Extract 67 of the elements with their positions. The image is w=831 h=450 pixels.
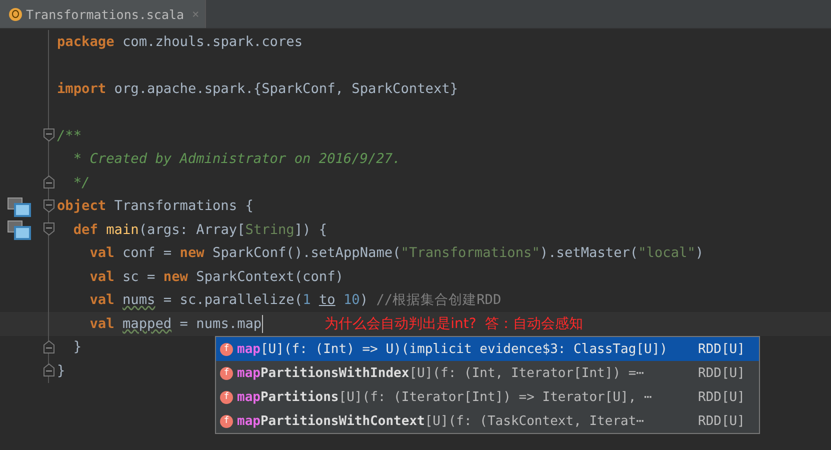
completion-signature: map[U](f: (Int) => U)(implicit evidence$3: ClassTag[U]) [237, 342, 668, 356]
code-text: Transformations { [113, 198, 254, 214]
fold-icon[interactable] [43, 363, 55, 377]
string-literal: "Transformations" [400, 245, 540, 262]
string-literal: "local" [638, 245, 696, 262]
scala-object-icon [9, 8, 22, 20]
code-text: = nums.map [178, 316, 262, 332]
completion-item[interactable]: f mapPartitionsWithIndex[U](f: (Int, Iterator[Int]) =⋯ RDD[U] [216, 361, 759, 385]
number-literal: 10 [342, 292, 360, 308]
code-text: (args: Array[ [138, 222, 246, 238]
fold-icon[interactable] [43, 198, 55, 212]
doc-comment: * Created by Administrator on 2016/9/27. [73, 151, 401, 168]
function-name: main [106, 222, 139, 238]
fold-icon[interactable] [43, 128, 55, 142]
code-text: ) [695, 245, 704, 262]
completion-item[interactable]: f map[U](f: (Int) => U)(implicit evidence$3: ClassTag[U]) RDD[U] [216, 337, 759, 361]
completion-signature: mapPartitionsWithIndex[U](f: (Int, Iterator[Int]) =⋯ [237, 366, 646, 380]
keyword: val [90, 268, 114, 285]
code-text: ).setMaster( [540, 245, 638, 262]
keyword: val [90, 245, 114, 262]
code-text: ) [360, 292, 370, 308]
keyword: new [180, 245, 204, 262]
method-icon: f [220, 342, 233, 356]
method-icon: f [220, 366, 233, 380]
code-text: sc = [121, 268, 156, 285]
fold-icon[interactable] [43, 340, 55, 354]
method-icon: f [220, 414, 233, 428]
code-text: com.zhouls.spark.cores [121, 34, 303, 50]
completion-item[interactable]: f mapPartitions[U](f: (Iterator[Int]) => Iterator[U], ⋯ RDD[U] [216, 385, 759, 409]
code-text: SparkContext(conf) [195, 268, 344, 285]
return-type: RDD[U] [698, 390, 746, 404]
return-type: RDD[U] [698, 366, 746, 380]
completion-signature: mapPartitionsWithContext[U](f: (TaskContext, Iterat⋯ [237, 414, 646, 428]
return-type: RDD[U] [698, 342, 746, 356]
closing-brace: } [57, 362, 66, 379]
doc-comment: */ [73, 174, 90, 191]
keyword: object [57, 198, 106, 214]
completion-item[interactable]: f mapPartitionsWithContext[U](f: (TaskContext, Iterat⋯ RDD[U] [216, 409, 759, 433]
keyword: def [73, 222, 99, 238]
fold-icon[interactable] [43, 175, 55, 189]
doc-comment: /** [57, 128, 82, 144]
keyword: new [163, 268, 188, 285]
keyword: val [90, 316, 116, 332]
code-text: = sc.parallelize( [162, 292, 303, 308]
code-comment: //根据集合创建RDD [376, 291, 502, 310]
code-text: ]) { [294, 222, 328, 238]
closing-brace: } [73, 339, 82, 356]
fold-icon[interactable] [43, 222, 55, 236]
completion-signature: mapPartitions[U](f: (Iterator[Int]) => Iterator[U], ⋯ [237, 390, 653, 404]
code-text: org.apache.spark.{SparkConf, SparkContext} [113, 80, 458, 97]
window-stack-icon[interactable] [7, 220, 31, 240]
code-text: nums [122, 292, 156, 308]
code-text: SparkConf().setAppName( [212, 245, 401, 262]
return-type: RDD[U] [698, 414, 746, 428]
keyword: package [57, 34, 114, 50]
keyword: import [57, 80, 106, 97]
code-text: conf = [121, 245, 173, 262]
method-icon: f [220, 390, 233, 404]
keyword: val [90, 292, 116, 308]
tab-label: Transformations.scala [26, 6, 184, 22]
type-name: String [245, 222, 294, 238]
annotation-text: 为什么会自动判出是int? 答：自动会感知 [324, 314, 584, 333]
code-text: to [318, 292, 336, 308]
window-stack-icon[interactable] [7, 196, 31, 216]
code-text: mapped [122, 316, 172, 332]
number-literal: 1 [302, 292, 312, 308]
file-tab[interactable]: Transformations.scala × [0, 0, 206, 28]
